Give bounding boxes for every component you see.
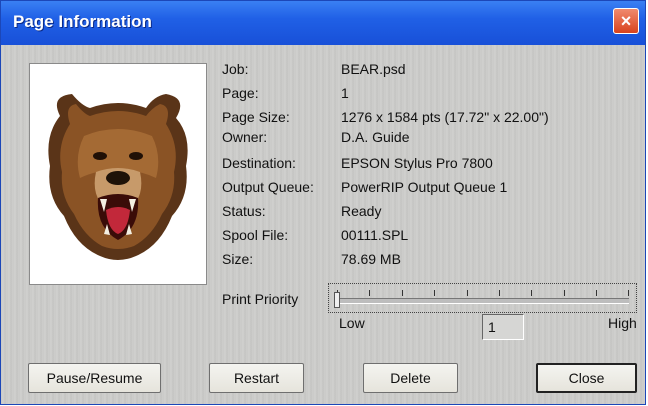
info-value: Ready: [341, 203, 382, 219]
slider-tick: [402, 290, 403, 296]
slider-thumb[interactable]: [334, 292, 340, 308]
info-label: Page Size:: [222, 109, 290, 125]
priority-value-field[interactable]: 1: [482, 314, 524, 340]
info-value: 78.69 MB: [341, 251, 401, 267]
print-priority-slider[interactable]: [328, 283, 637, 313]
info-value: 1276 x 1584 pts (17.72" x 22.00"): [341, 109, 549, 125]
title-bar[interactable]: Page Information ×: [1, 1, 645, 45]
slider-ticks: [337, 290, 629, 298]
info-value: 00111.SPL: [341, 227, 409, 243]
job-preview-panel: [29, 63, 207, 285]
slider-tick: [499, 290, 500, 296]
slider-tick: [531, 290, 532, 296]
print-priority-label: Print Priority: [222, 291, 299, 307]
info-label: Status:: [222, 203, 266, 219]
info-label: Spool File:: [222, 227, 289, 243]
close-button[interactable]: Close: [536, 363, 637, 393]
slider-tick: [434, 290, 435, 296]
info-value: EPSON Stylus Pro 7800: [341, 155, 493, 171]
slider-tick: [369, 290, 370, 296]
close-icon[interactable]: ×: [613, 8, 639, 34]
info-label: Output Queue:: [222, 179, 314, 195]
pause-resume-button[interactable]: Pause/Resume: [28, 363, 161, 393]
info-label: Job:: [222, 61, 249, 77]
slider-tick: [564, 290, 565, 296]
delete-button[interactable]: Delete: [363, 363, 458, 393]
info-label: Size:: [222, 251, 254, 267]
bear-preview-image: [48, 94, 188, 260]
info-value: BEAR.psd: [341, 61, 406, 77]
info-label: Destination:: [222, 155, 296, 171]
info-value: D.A. Guide: [341, 129, 410, 145]
info-label: Page:: [222, 85, 259, 101]
slider-tick: [628, 290, 629, 296]
slider-track: [337, 298, 629, 304]
info-value: 1: [341, 85, 349, 101]
info-label: Owner:: [222, 129, 268, 145]
priority-high-label: High: [608, 315, 637, 331]
slider-tick: [467, 290, 468, 296]
dialog-title: Page Information: [13, 12, 152, 31]
priority-low-label: Low: [339, 315, 365, 331]
slider-tick: [596, 290, 597, 296]
page-information-dialog: Page Information × Job: BEAR.psd Page: 1…: [0, 0, 646, 405]
info-value: PowerRIP Output Queue 1: [341, 179, 508, 195]
restart-button[interactable]: Restart: [209, 363, 304, 393]
